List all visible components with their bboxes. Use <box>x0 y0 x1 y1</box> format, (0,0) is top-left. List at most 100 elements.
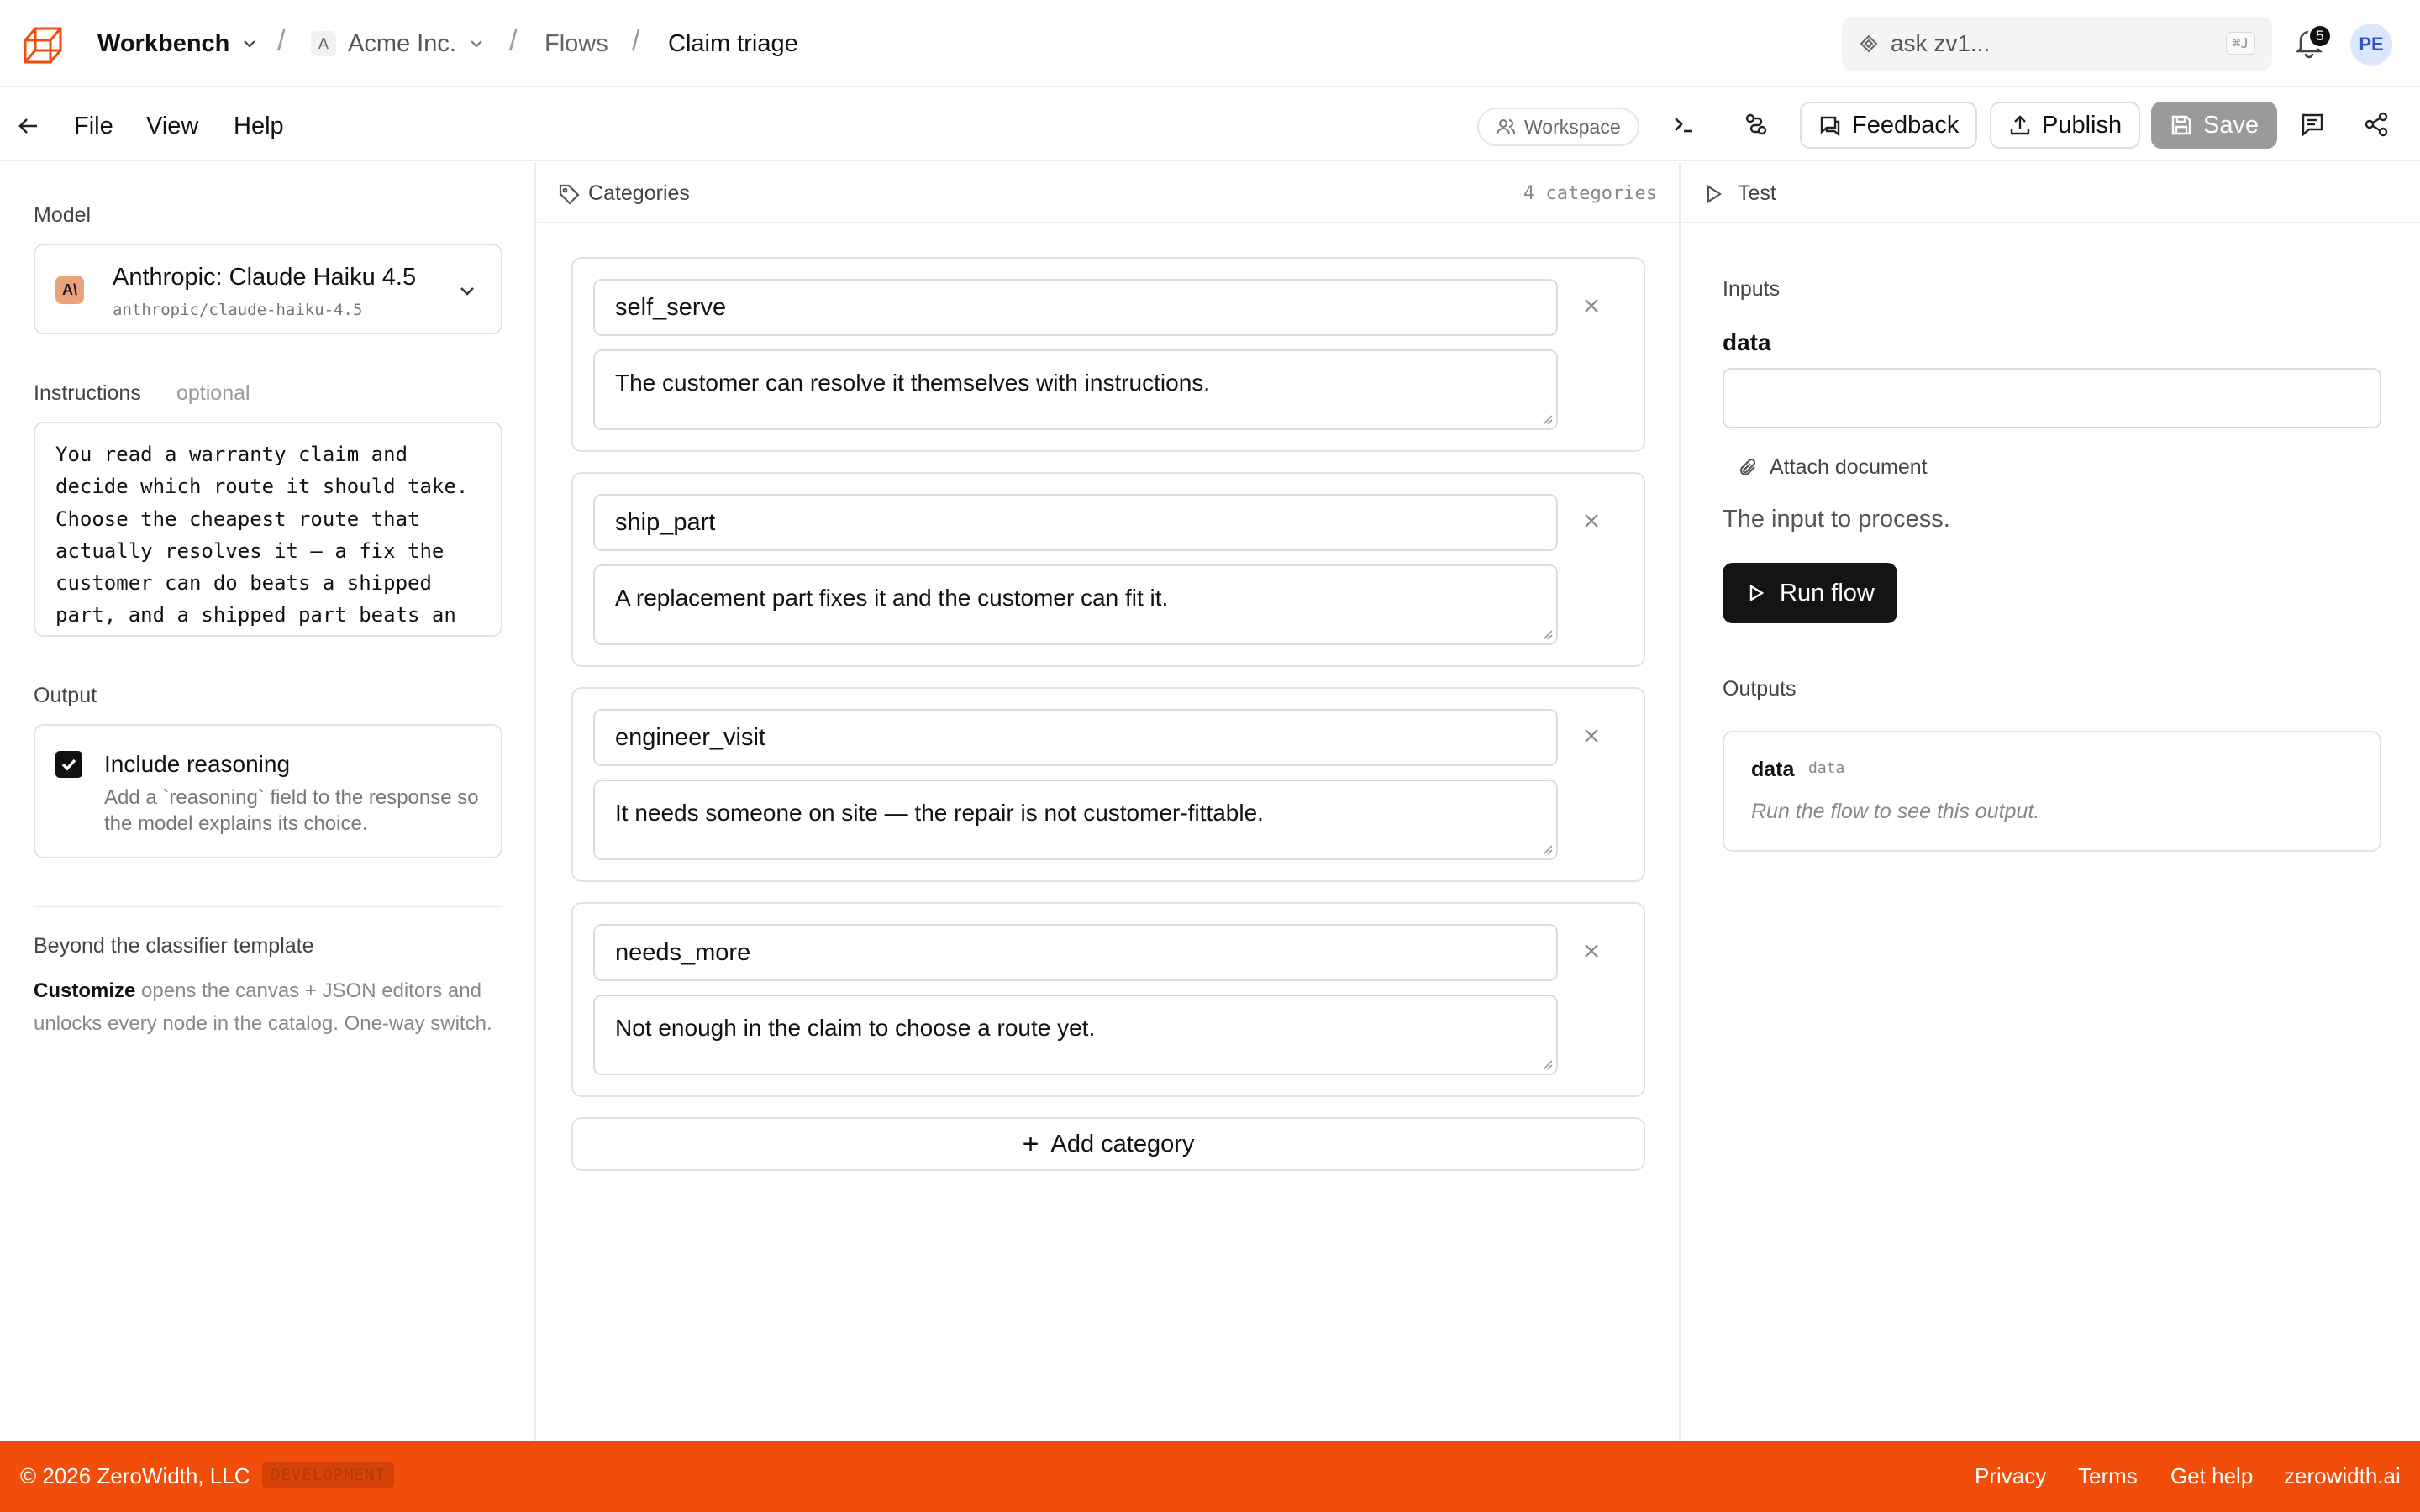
environment-badge: DEVELOPMENT <box>262 1462 394 1488</box>
feedback-button[interactable]: Feedback <box>1800 102 1978 149</box>
resize-handle-icon[interactable] <box>1541 1058 1553 1070</box>
comments-button[interactable] <box>2299 111 2326 138</box>
category-name-input[interactable]: needs_more <box>593 924 1558 981</box>
menu-bar: File View Help Workspace Feedback Publis… <box>0 89 2420 161</box>
test-panel: Test Inputs data Attach document The inp… <box>1682 163 2420 1441</box>
inputs-label: Inputs <box>1723 277 1781 301</box>
org-badge: A <box>311 31 336 56</box>
route-button[interactable] <box>1743 111 1770 138</box>
search-shortcut: ⌘J <box>2225 32 2255 55</box>
terminal-button[interactable] <box>1670 111 1697 138</box>
chevron-down-icon <box>244 40 256 48</box>
category-card: needs_more Not enough in the claim to ch… <box>571 902 1645 1097</box>
attach-document-button[interactable]: Attach document <box>1738 455 1928 480</box>
menu-file[interactable]: File <box>74 113 113 140</box>
category-description-textarea[interactable]: The customer can resolve it themselves w… <box>593 349 1558 430</box>
publish-label: Publish <box>2042 111 2123 139</box>
customize-term: Customize <box>34 979 136 1002</box>
arrow-left-icon <box>18 118 37 134</box>
test-title: Test <box>1738 181 1776 205</box>
close-icon <box>1585 299 1598 312</box>
output-card: data data Run the flow to see this outpu… <box>1723 731 2381 852</box>
remove-category-button[interactable] <box>1581 296 1602 316</box>
terms-link[interactable]: Terms <box>2078 1463 2138 1489</box>
data-input[interactable] <box>1723 368 2381 428</box>
save-button[interactable]: Save <box>2151 102 2278 149</box>
run-flow-label: Run flow <box>1780 579 1875 606</box>
org-name: Acme Inc. <box>348 29 456 57</box>
menu-view[interactable]: View <box>146 113 198 140</box>
privacy-link[interactable]: Privacy <box>1975 1463 2046 1489</box>
breadcrumb-separator: / <box>277 25 286 57</box>
message-square-icon <box>1820 116 1840 137</box>
top-bar: Workbench / A Acme Inc. / Flows / Claim … <box>0 0 2420 87</box>
test-header: Test <box>1682 163 2420 223</box>
zerowidth-logo-icon[interactable] <box>22 25 64 66</box>
menu-help[interactable]: Help <box>234 113 284 140</box>
close-icon <box>1585 729 1598 743</box>
category-name-input[interactable]: engineer_visit <box>593 709 1558 766</box>
run-flow-button[interactable]: Run flow <box>1723 563 1897 623</box>
remove-category-button[interactable] <box>1581 726 1602 746</box>
category-description-textarea[interactable]: It needs someone on site — the repair is… <box>593 780 1558 860</box>
category-description-text: It needs someone on site — the repair is… <box>615 800 1264 826</box>
workspace-label: Workspace <box>1524 115 1621 138</box>
resize-handle-icon[interactable] <box>1541 628 1553 640</box>
close-icon <box>1585 514 1598 528</box>
include-reasoning-description: Add a `reasoning` field to the response … <box>104 786 479 835</box>
tag-icon <box>559 184 580 205</box>
search-bar[interactable]: ask zv1... ⌘J <box>1842 17 2272 71</box>
category-description-textarea[interactable]: A replacement part fixes it and the cust… <box>593 564 1558 645</box>
back-button[interactable] <box>15 113 42 139</box>
categories-title: Categories <box>588 181 690 205</box>
paperclip-icon <box>1739 458 1756 475</box>
category-description-text: A replacement part fixes it and the cust… <box>615 585 1169 611</box>
close-icon <box>1585 944 1598 958</box>
attach-document-label: Attach document <box>1770 455 1928 479</box>
remove-category-button[interactable] <box>1581 511 1602 531</box>
config-panel: Model A\ Anthropic: Claude Haiku 4.5 ant… <box>0 163 536 1441</box>
add-category-button[interactable]: + Add category <box>571 1117 1645 1171</box>
workspace-pill[interactable]: Workspace <box>1477 108 1639 146</box>
publish-button[interactable]: Publish <box>1990 102 2141 149</box>
outputs-label: Outputs <box>1723 677 1797 701</box>
user-avatar[interactable]: PE <box>2350 24 2392 66</box>
chevron-down-icon <box>471 40 482 48</box>
include-reasoning-label[interactable]: Include reasoning <box>104 751 290 778</box>
include-reasoning-checkbox[interactable] <box>55 751 82 778</box>
category-description-text: The customer can resolve it themselves w… <box>615 370 1211 396</box>
workbench-label: Workbench <box>97 29 230 57</box>
output-label: Output <box>34 684 97 707</box>
category-card: ship_part A replacement part fixes it an… <box>571 472 1645 667</box>
categories-panel: Categories 4 categories self_serve The c… <box>538 163 1681 1441</box>
category-description-textarea[interactable]: Not enough in the claim to choose a rout… <box>593 995 1558 1075</box>
category-card: engineer_visit It needs someone on site … <box>571 687 1645 882</box>
share-button[interactable] <box>2363 111 2390 138</box>
upload-icon <box>2010 115 2030 135</box>
footer: © 2026 ZeroWidth, LLC DEVELOPMENT Privac… <box>0 1441 2420 1512</box>
plus-icon: + <box>1022 1127 1039 1160</box>
chevron-down-icon <box>457 281 477 301</box>
resize-handle-icon[interactable] <box>1541 413 1553 425</box>
output-placeholder: Run the flow to see this output. <box>1751 800 2040 823</box>
model-name: Anthropic: Claude Haiku 4.5 <box>113 264 417 291</box>
instructions-optional-tag: optional <box>176 381 250 405</box>
input-help-text: The input to process. <box>1723 506 1950 533</box>
remove-category-button[interactable] <box>1581 941 1602 961</box>
resize-handle-icon[interactable] <box>1541 843 1553 855</box>
instructions-textarea[interactable]: You read a warranty claim and decide whi… <box>34 422 502 637</box>
categories-header: Categories 4 categories <box>538 163 1679 223</box>
org-switcher[interactable]: A Acme Inc. <box>311 0 485 87</box>
category-name-input[interactable]: self_serve <box>593 279 1558 336</box>
play-outline-icon <box>1707 184 1723 204</box>
category-name-input[interactable]: ship_part <box>593 494 1558 551</box>
save-label: Save <box>2203 111 2260 139</box>
get-help-link[interactable]: Get help <box>2170 1463 2253 1489</box>
workbench-switcher[interactable]: Workbench <box>97 0 258 87</box>
anthropic-logo-icon: A\ <box>55 276 84 304</box>
share-icon <box>2365 112 2388 137</box>
model-label: Model <box>34 203 92 227</box>
model-selector[interactable]: A\ Anthropic: Claude Haiku 4.5 anthropic… <box>34 244 502 334</box>
breadcrumb-flows[interactable]: Flows <box>544 0 608 87</box>
website-link[interactable]: zerowidth.ai <box>2284 1463 2401 1489</box>
